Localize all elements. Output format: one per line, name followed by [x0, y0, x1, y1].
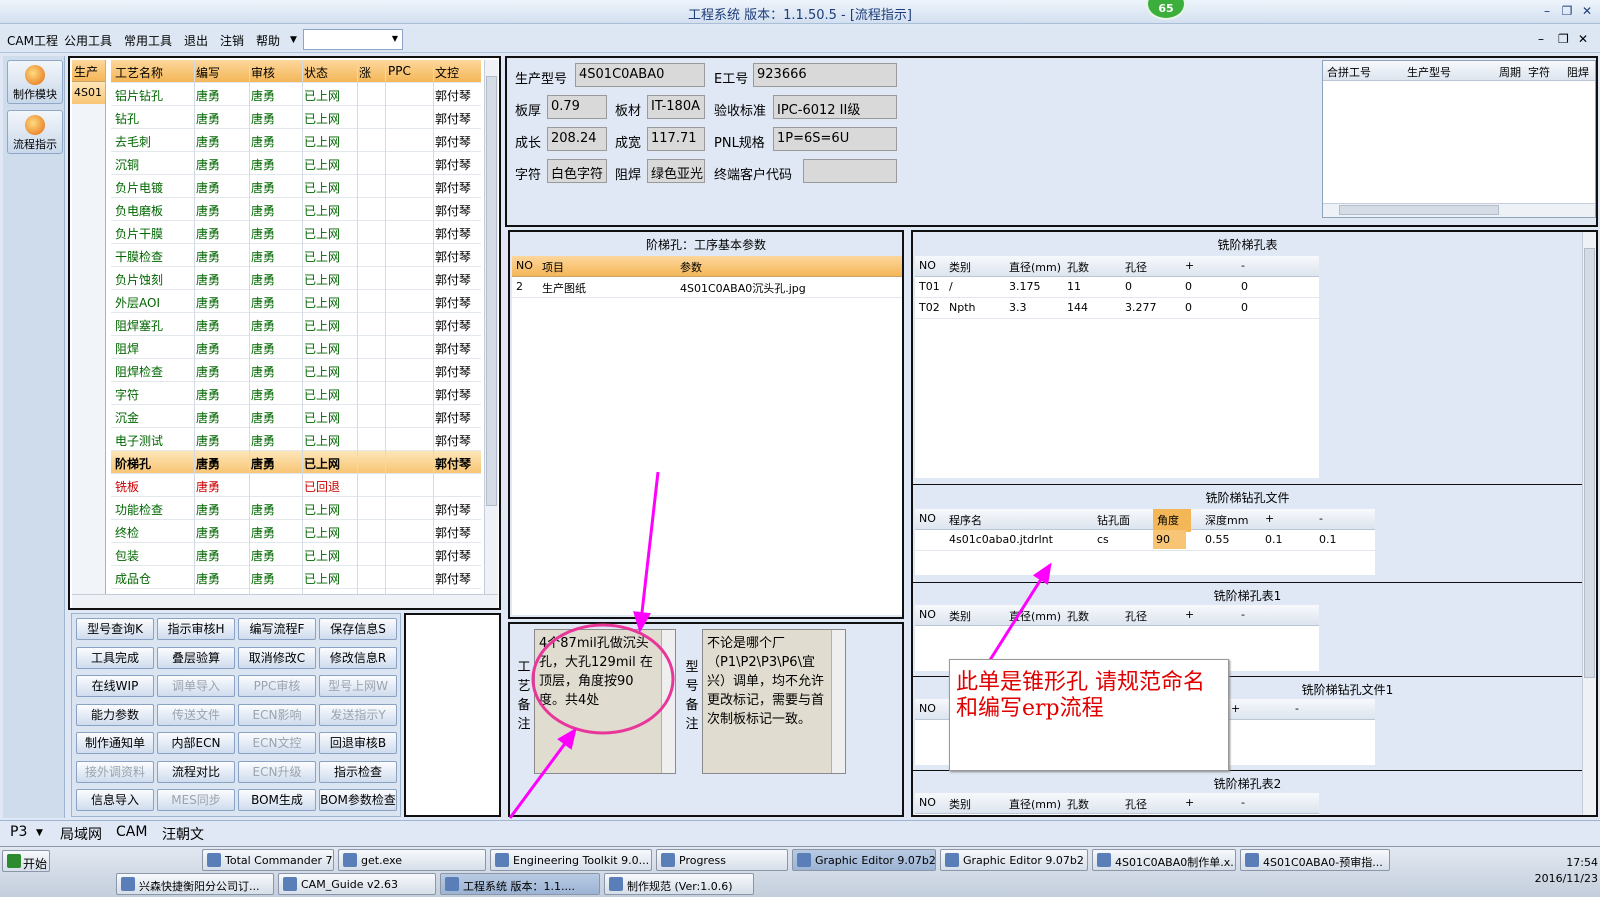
taskbar-item-label: CAM_Guide v2.63	[301, 878, 398, 891]
taskbar-item[interactable]: 制作规范 (Ver:1.0.6)	[604, 873, 754, 895]
app-icon	[283, 877, 297, 891]
status-tab-user[interactable]: 汪朝文	[162, 824, 204, 844]
annotation-note: 此单是锥形孔 请规范命名和编写erp流程	[949, 659, 1229, 771]
annotation-arrow-bottom	[508, 727, 577, 819]
taskbar-item[interactable]: 兴森快捷衡阳分公司订...	[116, 873, 274, 895]
app-icon	[207, 853, 221, 867]
taskbar-item[interactable]: Graphic Editor 9.07b2 ...	[792, 849, 936, 871]
taskbar-item-label: 工程系统 版本：1.1....	[463, 880, 575, 893]
app-icon	[121, 877, 135, 891]
taskbar-item-label: 4S01C0ABA0-预审指...	[1263, 856, 1383, 869]
start-button[interactable]: 开始	[2, 850, 50, 872]
app-icon	[609, 877, 623, 891]
clock-time: 17:54	[1566, 856, 1598, 869]
taskbar-item-label: get.exe	[361, 854, 403, 867]
start-label: 开始	[23, 857, 48, 871]
clock-date: 2016/11/23	[1534, 872, 1598, 885]
taskbar-item[interactable]: 4S01C0ABA0-预审指...	[1240, 849, 1390, 871]
status-dropdown-icon[interactable]: ▼	[36, 828, 43, 838]
taskbar-item-label: Engineering Toolkit 9.0...	[513, 854, 650, 867]
annotation-arrow-right	[988, 562, 1052, 661]
app-icon	[343, 853, 357, 867]
annotation-overlay	[508, 471, 1052, 819]
taskbar-item[interactable]: Total Commander 7.0 ...	[202, 849, 334, 871]
taskbar-item-label: Graphic Editor 9.07b2 ...	[963, 854, 1088, 867]
status-tab-p3[interactable]: P3	[10, 824, 27, 840]
taskbar-item[interactable]: Graphic Editor 9.07b2 ...	[940, 849, 1088, 871]
app-icon	[1097, 853, 1111, 867]
taskbar-item[interactable]: Engineering Toolkit 9.0...	[490, 849, 652, 871]
status-tab-lan[interactable]: 局域网	[60, 824, 102, 844]
taskbar-item[interactable]: CAM_Guide v2.63	[278, 873, 436, 895]
annotation-arrow-top	[633, 471, 660, 633]
taskbar-item-label: 4S01C0ABA0制作单.x...	[1115, 856, 1236, 869]
app-icon	[445, 877, 459, 891]
app-icon	[661, 853, 675, 867]
taskbar-item-label: Graphic Editor 9.07b2 ...	[815, 854, 936, 867]
status-tabs-bar: P3 ▼ 局域网 CAM 汪朝文	[0, 820, 1600, 844]
taskbar: 开始 17:54 2016/11/23 Total Commander 7.0 .…	[0, 846, 1600, 897]
status-tab-cam[interactable]: CAM	[116, 824, 147, 840]
app-icon	[797, 853, 811, 867]
annotation-circle	[531, 623, 675, 735]
app-icon	[1245, 853, 1259, 867]
windows-logo-icon	[7, 854, 21, 868]
system-clock: 17:54 2016/11/23	[1500, 855, 1598, 887]
taskbar-item[interactable]: 4S01C0ABA0制作单.x...	[1092, 849, 1236, 871]
taskbar-item[interactable]: 工程系统 版本：1.1....	[440, 873, 600, 895]
taskbar-item-label: Total Commander 7.0 ...	[225, 854, 333, 867]
taskbar-item-label: 制作规范 (Ver:1.0.6)	[627, 880, 733, 893]
taskbar-item-label: 兴森快捷衡阳分公司订...	[139, 880, 260, 893]
taskbar-item[interactable]: get.exe	[338, 849, 486, 871]
taskbar-item-label: Progress	[679, 854, 726, 867]
app-icon	[495, 853, 509, 867]
app-icon	[945, 853, 959, 867]
taskbar-item[interactable]: Progress	[656, 849, 788, 871]
